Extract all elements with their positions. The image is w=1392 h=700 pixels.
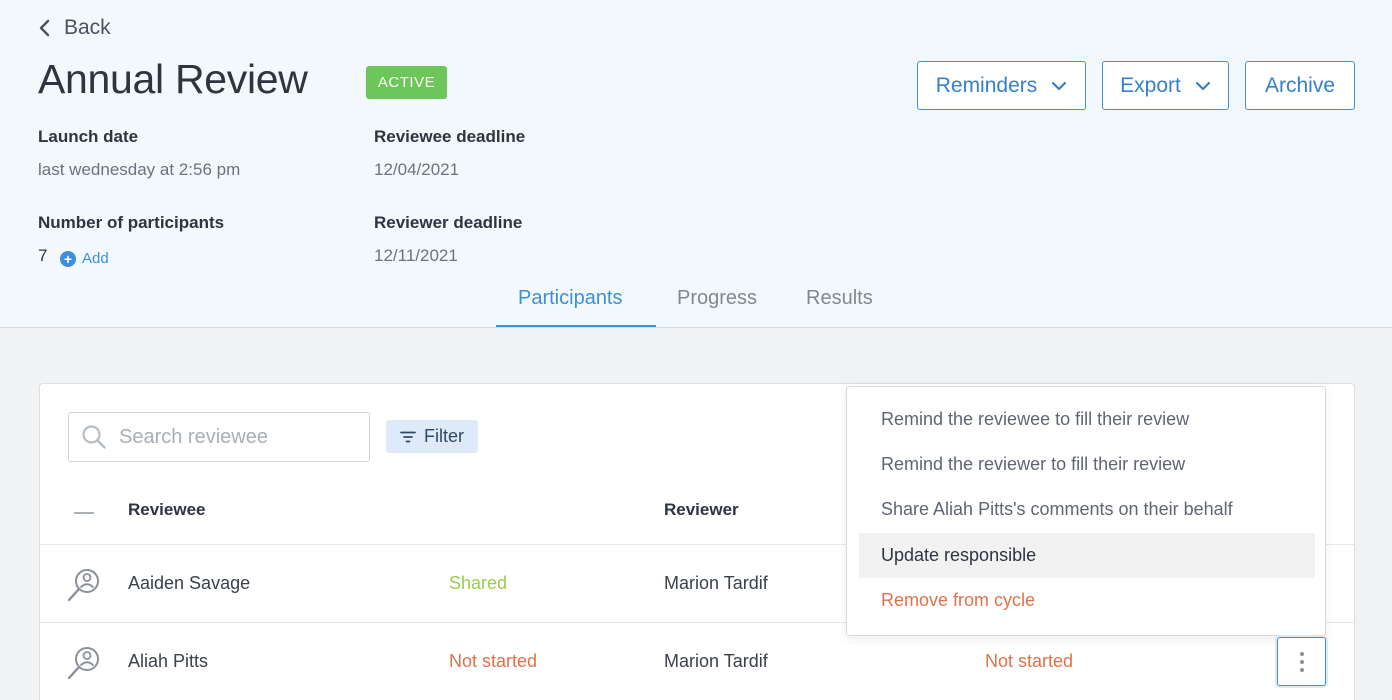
kebab-dot <box>1299 659 1304 664</box>
chevron-left-icon <box>39 19 50 37</box>
row-actions-menu: Remind the reviewee to fill their review… <box>846 386 1326 636</box>
reviewee-search-avatar-icon <box>67 647 99 680</box>
plus-icon: + <box>60 250 76 267</box>
participants-count: 7 <box>38 246 48 265</box>
chevron-down-icon <box>1052 81 1067 90</box>
reviewee-deadline-label: Reviewee deadline <box>374 127 526 146</box>
tab-progress[interactable]: Progress <box>677 287 757 310</box>
reminders-label: Reminders <box>935 73 1038 97</box>
status-badge: ACTIVE <box>366 66 447 99</box>
search-box <box>68 412 370 462</box>
archive-label: Archive <box>1264 73 1336 97</box>
column-header-reviewer[interactable]: Reviewer <box>664 500 739 520</box>
reviewee-search-avatar-icon <box>67 569 99 602</box>
reviewer-deadline-value: 12/11/2021 <box>374 246 458 265</box>
filter-label: Filter <box>424 426 464 446</box>
reviewer-name: Marion Tardif <box>664 573 768 593</box>
tab-results[interactable]: Results <box>806 287 873 310</box>
reviewee-status: Shared <box>449 573 508 593</box>
reviewer-deadline-label: Reviewer deadline <box>374 213 523 232</box>
review-header: Back Annual Review ACTIVE Reminders Expo… <box>0 0 1392 328</box>
filter-icon <box>400 431 416 442</box>
more-options-icon[interactable] <box>1277 637 1326 686</box>
add-participant-link[interactable]: + Add <box>60 250 109 267</box>
column-header-reviewee[interactable]: Reviewee <box>128 500 206 520</box>
reviewee-deadline-value: 12/04/2021 <box>374 160 460 179</box>
reminders-button[interactable]: Reminders <box>917 61 1086 110</box>
page-title: Annual Review <box>38 56 308 102</box>
kebab-dot <box>1299 651 1304 656</box>
menu-item-share-comments[interactable]: Share Aliah Pitts's comments on their be… <box>859 487 1315 532</box>
filter-button[interactable]: Filter <box>386 420 478 453</box>
search-icon <box>82 425 106 449</box>
back-label: Back <box>64 16 111 39</box>
reviewee-name: Aliah Pitts <box>128 651 209 671</box>
reviewee-name: Aaiden Savage <box>128 573 251 593</box>
launch-date-value: last wednesday at 2:56 pm <box>38 160 241 179</box>
participants-label: Number of participants <box>38 213 225 232</box>
export-label: Export <box>1120 73 1181 97</box>
reviewer-status: Not started <box>985 651 1074 671</box>
menu-item-remind-reviewer[interactable]: Remind the reviewer to fill their review <box>859 442 1315 487</box>
kebab-dot <box>1299 667 1304 672</box>
chevron-down-icon <box>1195 81 1210 90</box>
search-input[interactable] <box>119 425 339 449</box>
archive-button[interactable]: Archive <box>1245 61 1355 110</box>
launch-date-label: Launch date <box>38 127 139 146</box>
tab-participants[interactable]: Participants <box>518 287 623 310</box>
reviewer-name: Marion Tardif <box>664 651 768 671</box>
menu-item-remove-from-cycle[interactable]: Remove from cycle <box>859 578 1315 623</box>
active-tab-indicator <box>496 325 656 327</box>
reviewee-status: Not started <box>449 651 538 671</box>
add-label: Add <box>82 250 109 267</box>
export-button[interactable]: Export <box>1102 61 1229 110</box>
select-all-checkbox[interactable] <box>74 512 94 514</box>
menu-item-remind-reviewee[interactable]: Remind the reviewee to fill their review <box>859 397 1315 442</box>
menu-item-update-responsible[interactable]: Update responsible <box>859 533 1315 578</box>
back-link[interactable]: Back <box>38 16 111 40</box>
